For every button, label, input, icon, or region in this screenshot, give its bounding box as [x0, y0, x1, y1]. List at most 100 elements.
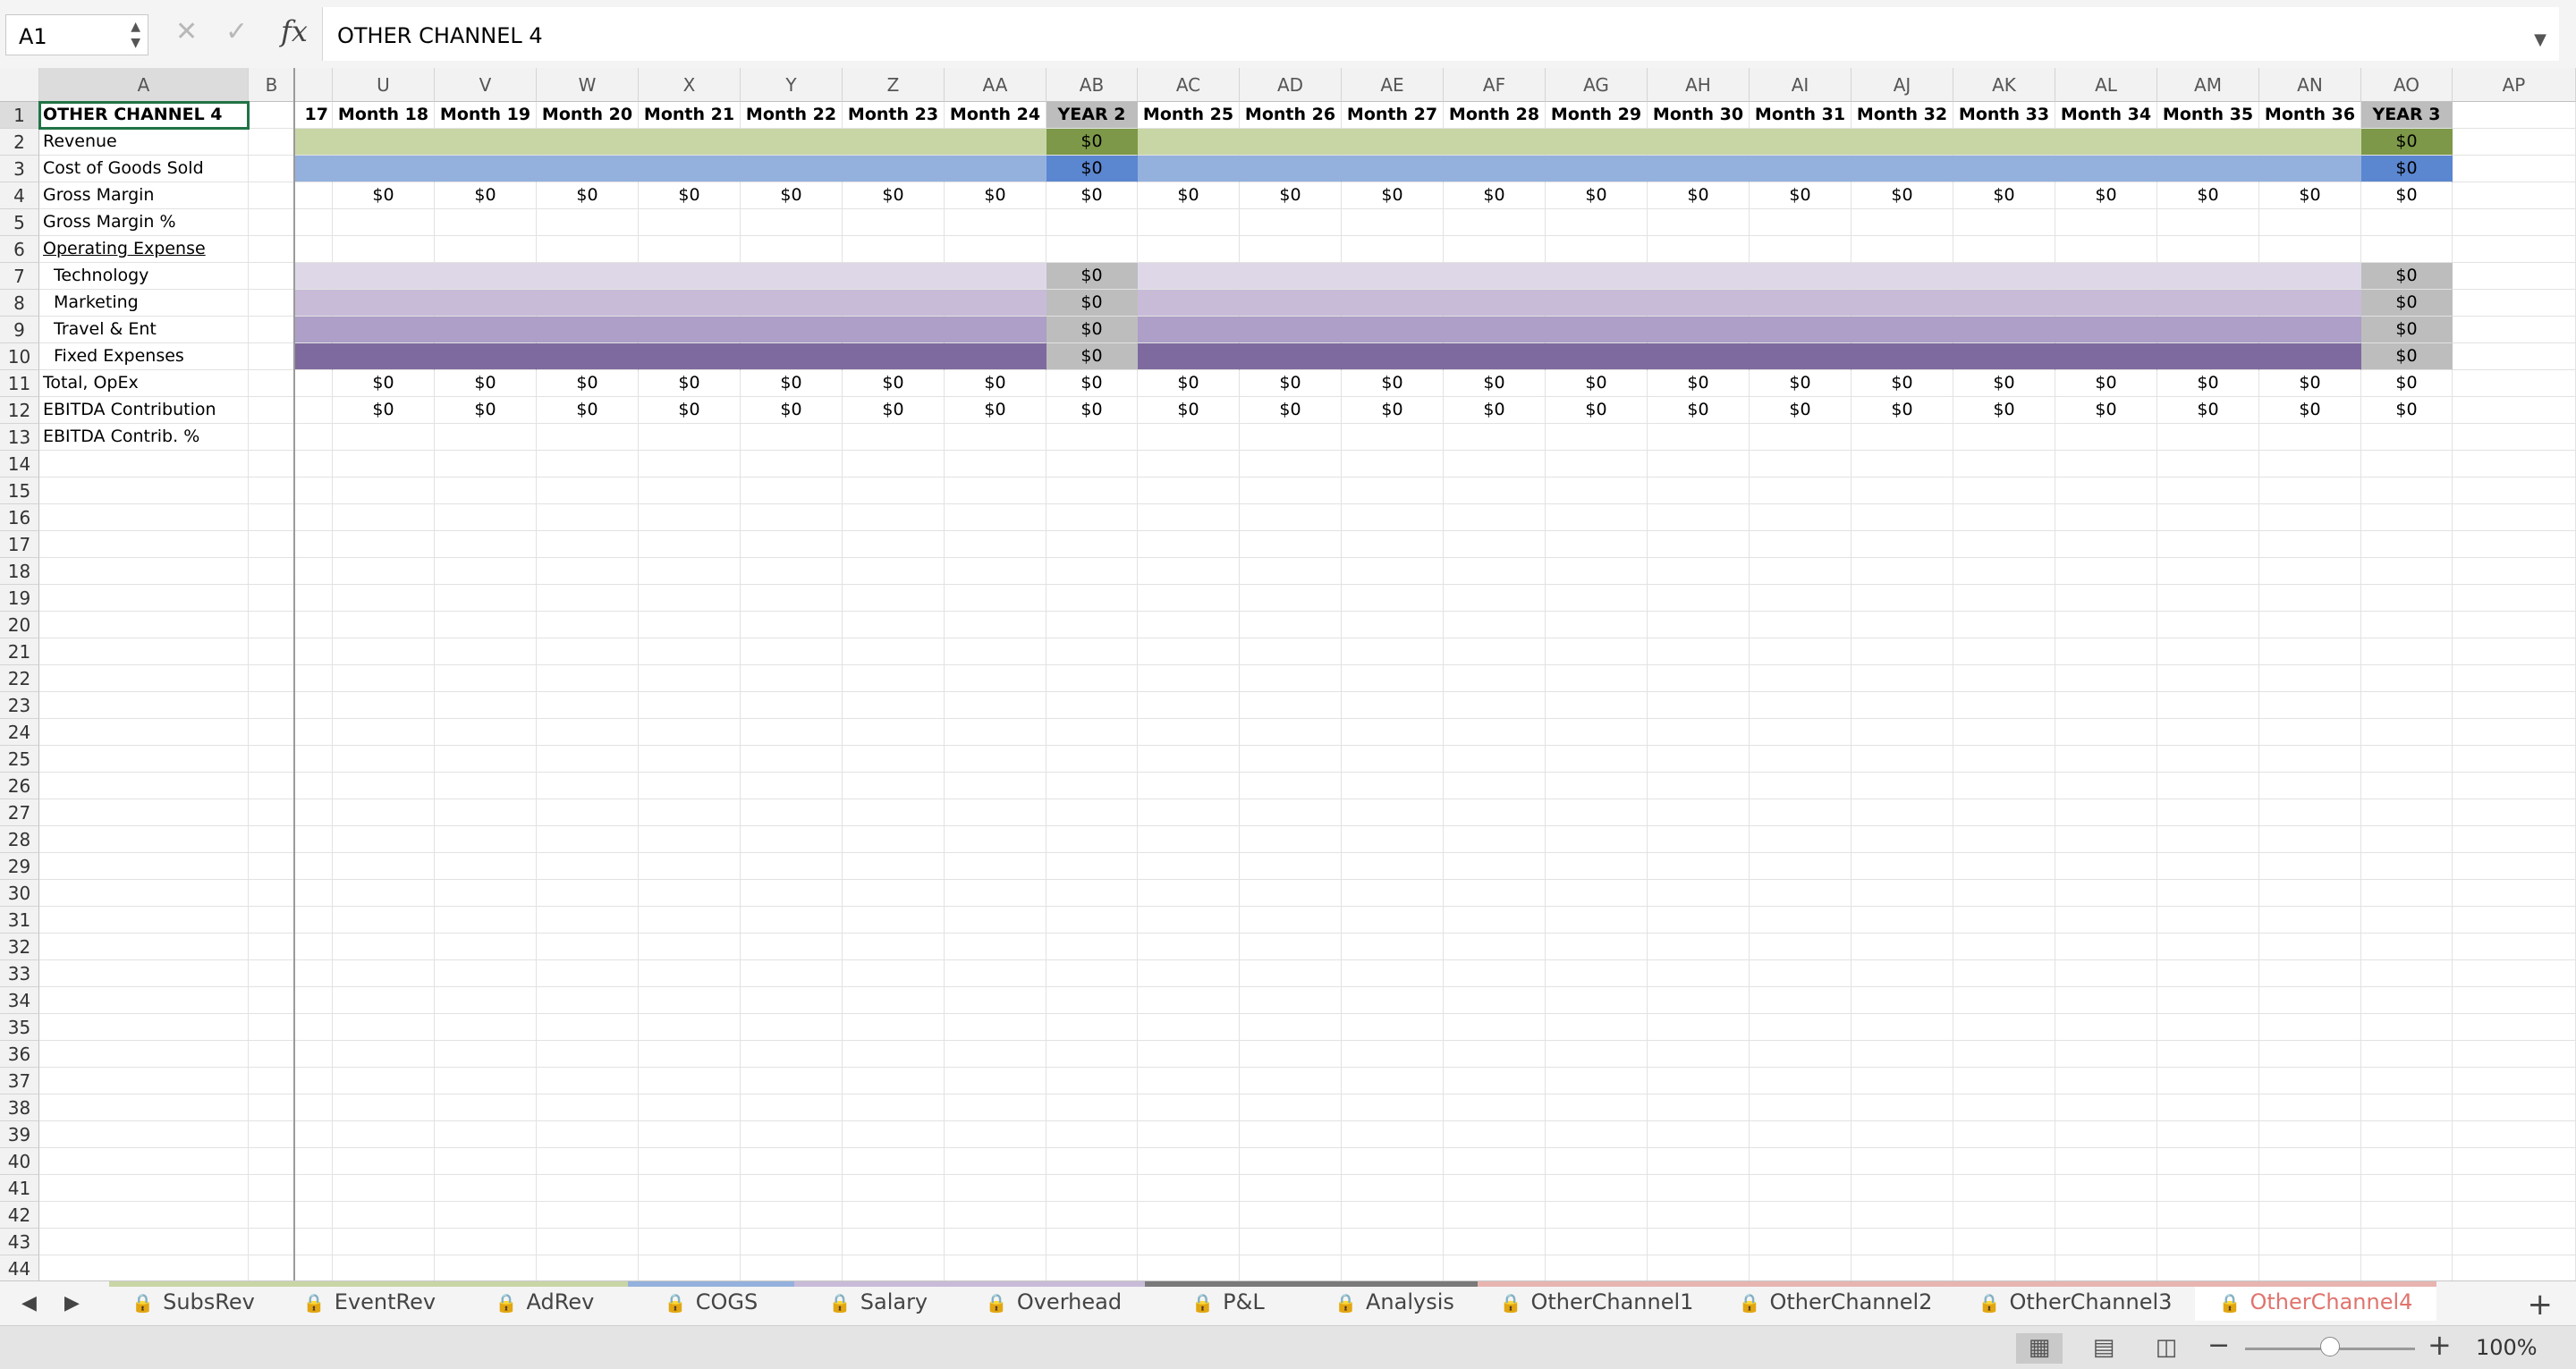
row-header[interactable]: 3 [0, 156, 39, 182]
period-header[interactable]: Month 23 [843, 102, 945, 129]
period-header[interactable]: Month 20 [537, 102, 639, 129]
cell[interactable] [249, 987, 295, 1014]
cell[interactable] [1444, 585, 1546, 612]
cell[interactable] [2259, 880, 2361, 907]
next-sheet-icon[interactable]: ▶ [64, 1292, 80, 1314]
cell[interactable] [1648, 424, 1750, 451]
cell[interactable] [1546, 558, 1648, 585]
row-label[interactable]: Revenue [39, 129, 249, 156]
column-header[interactable]: X [639, 68, 741, 102]
cell[interactable] [843, 773, 945, 799]
value-cell[interactable]: $0 [1750, 370, 1852, 397]
row-header[interactable]: 7 [0, 263, 39, 290]
cell[interactable] [1046, 960, 1138, 987]
cell[interactable] [1046, 1041, 1138, 1068]
cell[interactable] [295, 1175, 333, 1202]
cell[interactable] [1546, 719, 1648, 746]
value-cell[interactable]: $0 [1046, 182, 1138, 209]
cell[interactable] [1240, 880, 1342, 907]
period-header[interactable]: Month 22 [741, 102, 843, 129]
sheet-tab[interactable]: 🔒 AdRev [462, 1281, 628, 1321]
cell[interactable] [741, 129, 843, 156]
cell[interactable] [1546, 1041, 1648, 1068]
cell[interactable] [1546, 343, 1648, 370]
cell[interactable] [639, 1229, 741, 1255]
cell[interactable] [639, 1121, 741, 1148]
cell[interactable] [2361, 746, 2453, 773]
cell[interactable] [1648, 477, 1750, 504]
row-header[interactable]: 2 [0, 129, 39, 156]
cell[interactable] [1953, 853, 2055, 880]
value-cell[interactable]: $0 [2259, 182, 2361, 209]
cell[interactable] [537, 236, 639, 263]
cell[interactable] [2157, 585, 2259, 612]
cell[interactable] [1138, 773, 1240, 799]
cell[interactable] [249, 1175, 295, 1202]
cell[interactable] [2453, 585, 2576, 612]
cell[interactable] [1046, 665, 1138, 692]
cell[interactable] [1444, 1094, 1546, 1121]
cell[interactable] [1852, 424, 1953, 451]
cell[interactable] [843, 1094, 945, 1121]
cell[interactable] [333, 1202, 435, 1229]
cell[interactable] [843, 236, 945, 263]
cell[interactable] [295, 665, 333, 692]
cell[interactable] [741, 504, 843, 531]
cell[interactable] [295, 531, 333, 558]
cell[interactable] [945, 209, 1046, 236]
cell[interactable] [537, 880, 639, 907]
cell[interactable] [2453, 826, 2576, 853]
period-header[interactable]: Month 34 [2055, 102, 2157, 129]
value-cell[interactable]: $0 [1046, 343, 1138, 370]
cell[interactable] [333, 1121, 435, 1148]
cell[interactable] [1852, 477, 1953, 504]
cell[interactable] [2259, 612, 2361, 638]
cell[interactable] [1046, 934, 1138, 960]
cell[interactable] [1138, 934, 1240, 960]
cell[interactable] [1138, 1229, 1240, 1255]
cell[interactable] [2055, 156, 2157, 182]
cell[interactable] [1648, 1094, 1750, 1121]
cell[interactable] [249, 317, 295, 343]
cell[interactable] [2157, 504, 2259, 531]
cell[interactable] [2055, 692, 2157, 719]
cell[interactable] [639, 209, 741, 236]
period-header[interactable]: Month 21 [639, 102, 741, 129]
cell[interactable] [2361, 1068, 2453, 1094]
cell[interactable] [1852, 290, 1953, 317]
cell[interactable] [1138, 1094, 1240, 1121]
cell[interactable] [1546, 799, 1648, 826]
cell[interactable] [537, 960, 639, 987]
cell[interactable] [2453, 1121, 2576, 1148]
cell[interactable] [1953, 934, 2055, 960]
cell[interactable] [1342, 1068, 1444, 1094]
cell[interactable] [1240, 1202, 1342, 1229]
cell[interactable] [249, 558, 295, 585]
cell[interactable] [945, 746, 1046, 773]
cell[interactable] [741, 451, 843, 477]
cell[interactable] [1953, 1041, 2055, 1068]
cell[interactable] [741, 317, 843, 343]
cell[interactable] [1138, 987, 1240, 1014]
cell[interactable] [2259, 451, 2361, 477]
cell[interactable] [249, 209, 295, 236]
period-header[interactable]: Month 32 [1852, 102, 1953, 129]
cell[interactable] [1648, 236, 1750, 263]
cell[interactable] [295, 156, 333, 182]
cell[interactable] [333, 477, 435, 504]
cell[interactable] [295, 692, 333, 719]
cell[interactable] [1546, 585, 1648, 612]
cell[interactable] [39, 585, 249, 612]
value-cell[interactable]: $0 [537, 370, 639, 397]
cell[interactable] [295, 1094, 333, 1121]
cell[interactable] [1138, 1202, 1240, 1229]
cell[interactable] [1138, 746, 1240, 773]
cell[interactable] [2055, 236, 2157, 263]
cell[interactable] [435, 773, 537, 799]
row-header[interactable]: 18 [0, 558, 39, 585]
cell[interactable] [333, 665, 435, 692]
checkmark-icon[interactable]: ✓ [225, 16, 248, 47]
cell[interactable] [1046, 209, 1138, 236]
cell[interactable] [1546, 1175, 1648, 1202]
cell[interactable] [1138, 960, 1240, 987]
